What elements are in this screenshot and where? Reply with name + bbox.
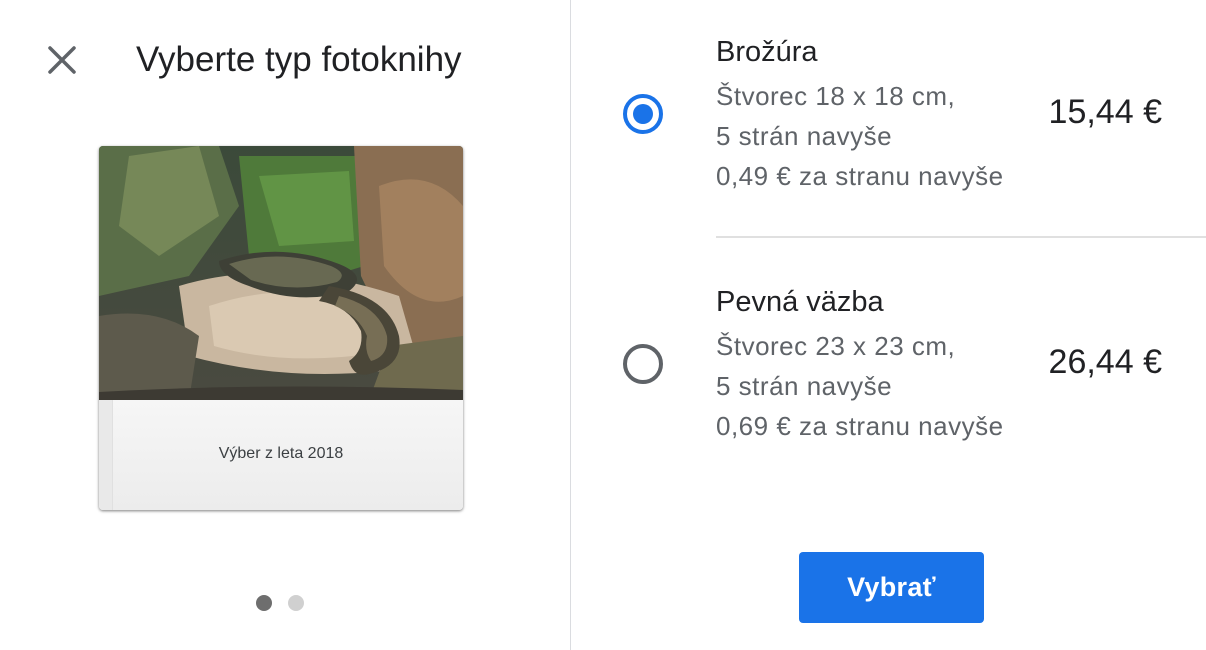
select-button[interactable]: Vybrať	[799, 552, 984, 623]
cover-caption: Výber z leta 2018	[218, 445, 344, 462]
option-per-page-price: 0,69 € za stranu navyše	[716, 411, 1004, 441]
right-pane: Brožúra Štvorec 18 x 18 cm, 5 strán navy…	[571, 0, 1206, 650]
option-pevna-vazba[interactable]: Pevná väzba Štvorec 23 x 23 cm, 5 strán …	[571, 274, 1206, 454]
photobook-preview: Výber z leta 2018	[99, 146, 463, 510]
page-indicator	[256, 595, 304, 611]
left-pane: Vyberte typ fotoknihy Výber z leta 2018	[0, 0, 570, 650]
option-price: 26,44 €	[1048, 343, 1162, 381]
cover-photo	[99, 146, 463, 400]
options-divider	[716, 236, 1206, 238]
page-dot-2[interactable]	[288, 595, 304, 611]
option-size: Štvorec 23 x 23 cm,	[716, 331, 956, 361]
page-dot-1[interactable]	[256, 595, 272, 611]
option-extra-pages: 5 strán navyše	[716, 371, 893, 401]
radio-button-unselected[interactable]	[623, 344, 663, 384]
option-per-page-price: 0,49 € za stranu navyše	[716, 161, 1004, 191]
close-icon	[48, 46, 76, 74]
option-name: Pevná väzba	[716, 286, 884, 318]
option-name: Brožúra	[716, 36, 818, 68]
option-extra-pages: 5 strán navyše	[716, 121, 893, 151]
option-size: Štvorec 18 x 18 cm,	[716, 81, 956, 111]
close-button[interactable]	[38, 36, 86, 84]
option-price: 15,44 €	[1048, 93, 1162, 131]
option-brozura[interactable]: Brožúra Štvorec 18 x 18 cm, 5 strán navy…	[571, 24, 1206, 204]
dialog-title: Vyberte typ fotoknihy	[136, 40, 462, 79]
radio-button-selected[interactable]	[623, 94, 663, 134]
